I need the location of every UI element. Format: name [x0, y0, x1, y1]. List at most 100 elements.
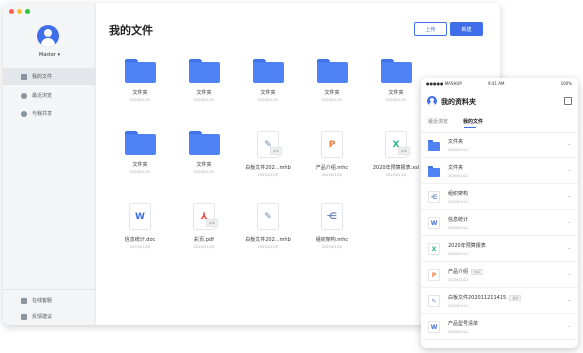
sidebar-item-shared[interactable]: 与我共享	[3, 105, 96, 122]
file-item[interactable]: ⅄ 共享 彩页.pdf 2020/01/20	[173, 203, 235, 249]
file-name-wrap: 产品型号清单	[448, 320, 478, 327]
status-battery: 100%	[560, 81, 572, 86]
file-date: 2020/01/12	[448, 252, 469, 256]
more-options-icon[interactable]: ···	[567, 272, 571, 279]
file-date: 2020/01/20	[321, 173, 343, 177]
file-date: 2020/01/20	[193, 98, 215, 102]
file-item[interactable]: 文件夹 2020/01/20	[173, 59, 235, 102]
whiteboard-file-icon: ✎ 共享	[257, 131, 282, 158]
file-name: 组织架构.mhc	[315, 237, 349, 243]
file-item[interactable]: 文件夹 2020/01/20	[109, 59, 171, 102]
avatar[interactable]	[37, 25, 59, 47]
mobile-frame: ●●●●● MASHUP 9:41 AM 100% 我的资料夹 最近浏览 我的文…	[421, 78, 578, 348]
sidebar-item-label: 最近浏览	[32, 93, 53, 99]
folder-icon	[188, 59, 220, 83]
upload-button[interactable]: 上传	[414, 22, 447, 36]
word-file-icon: W	[428, 217, 440, 229]
file-item[interactable]: X 共享 2020年预算报表.xsl 2020/01/20	[365, 131, 427, 177]
file-name: 白板文件202011211415	[448, 295, 507, 301]
file-item[interactable]: W 信息统计.doc 2020/01/20	[109, 203, 171, 249]
more-options-icon[interactable]: ···	[567, 298, 571, 305]
file-date: 2020/01/12	[448, 226, 469, 230]
file-name: 组织架构	[448, 191, 469, 197]
file-date: 2020/01/20	[257, 173, 279, 177]
pdf-file-icon: ⅄ 共享	[193, 203, 218, 230]
page-title: 我的文件	[109, 24, 153, 37]
sidebar-item-recent[interactable]: 最近浏览	[3, 87, 96, 104]
list-item[interactable]: W 信息统计 2020/01/12 ···	[421, 211, 578, 236]
clock-icon	[21, 92, 27, 99]
minimize-window-button[interactable]	[17, 9, 22, 14]
list-item[interactable]: 文件夹 2020/01/12 ···	[421, 159, 578, 184]
chat-icon	[21, 297, 27, 304]
username-dropdown[interactable]: Master ▾	[3, 52, 96, 58]
list-item[interactable]: ✎ 白板文件202011211415 共享 2020/01/12 ···	[421, 289, 578, 314]
folder-icon	[124, 131, 156, 155]
list-item[interactable]: ⋲ 组织架构 2020/01/12 ···	[421, 185, 578, 210]
more-options-icon[interactable]: ···	[567, 168, 571, 175]
file-item[interactable]: 文件夹 2020/01/20	[365, 59, 427, 102]
file-item[interactable]: ⋲ 组织架构.mhc 2020/01/20	[301, 203, 363, 249]
more-options-icon[interactable]: ···	[567, 220, 571, 227]
avatar[interactable]	[427, 96, 437, 106]
file-name: 文件夹	[388, 90, 404, 96]
file-date: 2020/01/20	[257, 98, 279, 102]
folder-icon	[188, 131, 220, 155]
sidebar-item-support[interactable]: 在线客服	[3, 292, 96, 309]
file-item[interactable]: 文件夹 2020/01/20	[109, 131, 171, 174]
file-name: 文件夹	[132, 90, 148, 96]
list-item[interactable]: X 2020年预算报表 2020/01/12 ···	[421, 237, 578, 262]
file-name-wrap: 文件夹	[448, 164, 463, 171]
file-name: 文件夹	[448, 139, 464, 145]
maximize-window-button[interactable]	[25, 9, 30, 14]
user-icon	[21, 110, 27, 117]
shared-badge: 共享	[205, 219, 218, 227]
file-item[interactable]: 文件夹 2020/01/20	[301, 59, 363, 102]
sheet-file-icon: X	[428, 243, 440, 255]
file-date: 2020/01/20	[385, 173, 407, 177]
list-item[interactable]: W 产品型号清单 2020/01/12 ···	[421, 315, 578, 340]
file-date: 2020/01/12	[448, 330, 469, 334]
sidebar-item-label: 与我共享	[32, 111, 53, 117]
feedback-icon	[21, 313, 27, 320]
more-options-icon[interactable]: ···	[567, 246, 571, 253]
list-item[interactable]: P 产品介绍 共享 2020/01/12 ···	[421, 263, 578, 288]
file-date: 2020/01/20	[193, 245, 215, 249]
window-controls	[9, 9, 30, 14]
list-item[interactable]: 文件夹 2020/01/12 ···	[421, 133, 578, 158]
mobile-title: 我的资料夹	[441, 98, 476, 106]
file-name-wrap: 2020年预算报表	[448, 242, 486, 249]
sidebar-item-feedback[interactable]: 反馈建议	[3, 308, 96, 325]
tab-my-files[interactable]: 我的文件	[463, 118, 483, 125]
sheet-file-icon: X 共享	[385, 131, 410, 158]
more-options-icon[interactable]: ···	[567, 194, 571, 201]
file-item[interactable]: ✎ 共享 白板文件202...mhb 2020/01/20	[237, 131, 299, 177]
folder-icon	[124, 59, 156, 83]
shared-badge: 共享	[471, 268, 484, 275]
more-options-icon[interactable]: ···	[567, 142, 571, 149]
folder-icon	[380, 59, 412, 83]
sidebar-item-label: 在线客服	[32, 298, 53, 304]
active-tab-indicator	[464, 127, 476, 128]
sidebar-item-my-files[interactable]: 我的文件	[3, 68, 96, 85]
word-file-icon: W	[428, 321, 440, 333]
file-name: 产品介绍	[448, 269, 469, 275]
file-item[interactable]: ✎ 白板文件202...mhb 2020/01/20	[237, 203, 299, 249]
tab-recent[interactable]: 最近浏览	[428, 118, 448, 125]
new-button[interactable]: 新建	[450, 22, 483, 36]
folder-icon	[252, 59, 284, 83]
sidebar: Master ▾ 我的文件 最近浏览 与我共享 在线客服 反馈建议	[3, 3, 96, 325]
file-date: 2020/01/20	[193, 170, 215, 174]
file-item[interactable]: 文件夹 2020/01/20	[173, 131, 235, 174]
file-name: 文件夹	[260, 90, 276, 96]
mindmap-file-icon: ⋲	[321, 203, 343, 230]
file-item[interactable]: P 产品介绍.mhc 2020/01/20	[301, 131, 363, 177]
file-item[interactable]: 文件夹 2020/01/20	[237, 59, 299, 102]
menu-icon[interactable]	[564, 97, 572, 105]
screen: Master ▾ 我的文件 最近浏览 与我共享 在线客服 反馈建议 我的文件 上…	[0, 0, 583, 353]
more-options-icon[interactable]: ···	[567, 324, 571, 331]
file-name-wrap: 组织架构	[448, 190, 468, 197]
file-date: 2020/01/12	[448, 304, 469, 308]
close-window-button[interactable]	[9, 9, 14, 14]
status-carrier: ●●●●● MASHUP	[426, 81, 462, 86]
